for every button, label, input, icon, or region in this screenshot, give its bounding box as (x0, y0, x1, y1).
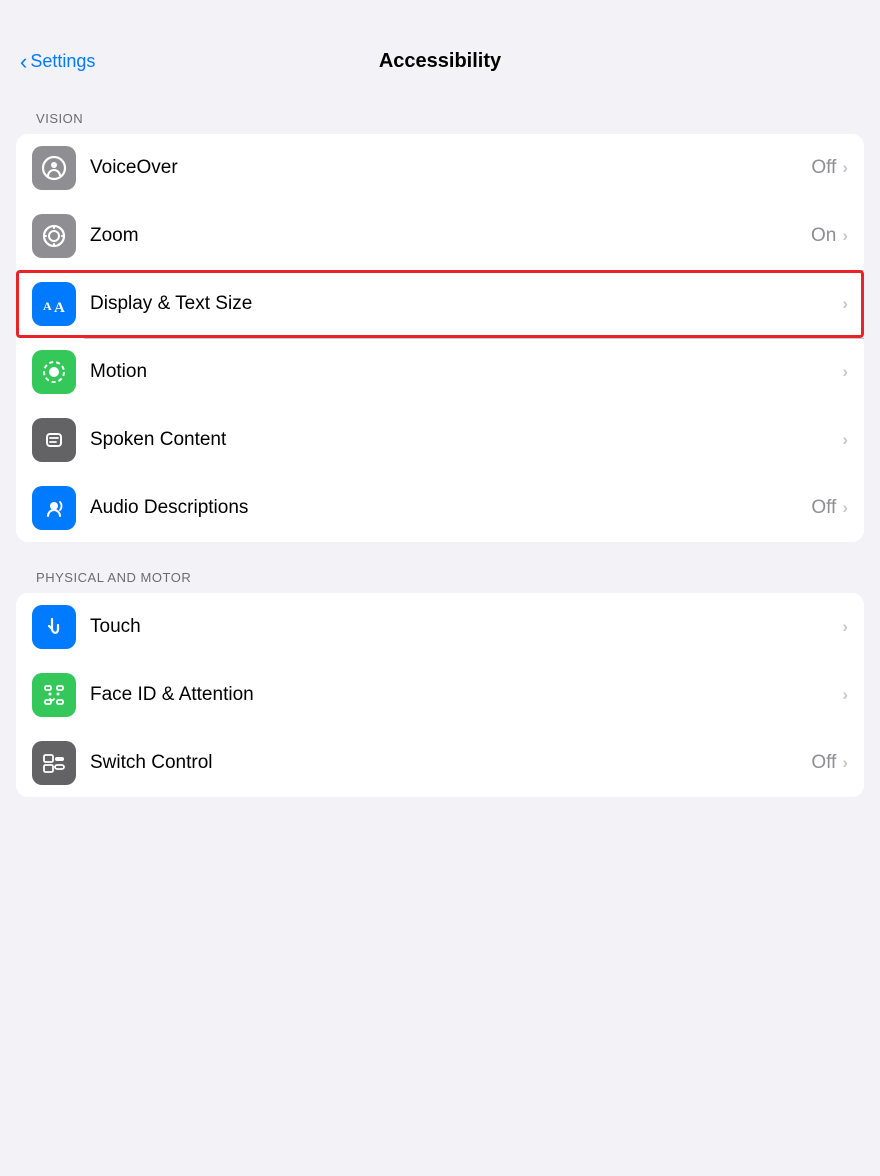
row-label-switch-control: Switch Control (90, 752, 811, 774)
chevron-icon-switch-control: › (842, 753, 848, 773)
settings-row-audio-descriptions[interactable]: Audio DescriptionsOff › (16, 474, 864, 542)
row-value-zoom: On (811, 225, 836, 247)
settings-row-voiceover[interactable]: VoiceOverOff › (16, 134, 864, 202)
chevron-icon-touch: › (842, 617, 848, 637)
settings-group-vision: VoiceOverOff› ZoomOn› A A Display & Text… (16, 134, 864, 542)
row-label-motion: Motion (90, 361, 836, 383)
settings-row-motion[interactable]: Motion › (16, 338, 864, 406)
settings-row-display-text-size[interactable]: A A Display & Text Size › (16, 270, 864, 338)
row-label-display-text-size: Display & Text Size (90, 293, 836, 315)
audio-icon (32, 486, 76, 530)
motion-icon (32, 350, 76, 394)
svg-text:A: A (54, 300, 65, 316)
page-title: Accessibility (379, 50, 501, 73)
row-value-audio-descriptions: Off (811, 497, 836, 519)
settings-row-faceid[interactable]: Face ID & Attention › (16, 661, 864, 729)
section-physical-motor: PHYSICAL AND MOTOR Touch › Face ID & Atte… (0, 570, 880, 797)
touch-icon (32, 605, 76, 649)
chevron-icon-faceid: › (842, 685, 848, 705)
settings-row-spoken-content[interactable]: Spoken Content › (16, 406, 864, 474)
chevron-icon-motion: › (842, 362, 848, 382)
switch-icon (32, 741, 76, 785)
row-value-switch-control: Off (811, 752, 836, 774)
row-value-voiceover: Off (811, 157, 836, 179)
svg-text:A: A (43, 299, 52, 313)
voiceover-icon (32, 146, 76, 190)
chevron-icon-spoken-content: › (842, 430, 848, 450)
chevron-icon-zoom: › (842, 226, 848, 246)
zoom-icon (32, 214, 76, 258)
chevron-icon-voiceover: › (842, 158, 848, 178)
back-label: Settings (30, 51, 95, 72)
back-chevron-icon: ‹ (20, 51, 27, 73)
settings-group-physical-motor: Touch › Face ID & Attention › Switch Contr… (16, 593, 864, 797)
settings-row-zoom[interactable]: ZoomOn › (16, 202, 864, 270)
section-label-vision: VISION (0, 111, 880, 126)
chevron-icon-audio-descriptions: › (842, 498, 848, 518)
row-label-audio-descriptions: Audio Descriptions (90, 497, 811, 519)
row-label-faceid: Face ID & Attention (90, 684, 836, 706)
row-label-touch: Touch (90, 616, 836, 638)
spoken-icon (32, 418, 76, 462)
display-icon: A A (32, 282, 76, 326)
section-vision: VISION VoiceOverOff› ZoomOn› A A Display… (0, 111, 880, 542)
content: VISION VoiceOverOff› ZoomOn› A A Display… (0, 111, 880, 797)
faceid-icon (32, 673, 76, 717)
header: ‹ Settings Accessibility (0, 0, 880, 83)
row-label-zoom: Zoom (90, 225, 811, 247)
settings-row-touch[interactable]: Touch › (16, 593, 864, 661)
row-label-spoken-content: Spoken Content (90, 429, 836, 451)
settings-row-switch-control[interactable]: Switch ControlOff › (16, 729, 864, 797)
chevron-icon-display-text-size: › (842, 294, 848, 314)
section-label-physical-motor: PHYSICAL AND MOTOR (0, 570, 880, 585)
back-button[interactable]: ‹ Settings (20, 51, 95, 73)
row-label-voiceover: VoiceOver (90, 157, 811, 179)
